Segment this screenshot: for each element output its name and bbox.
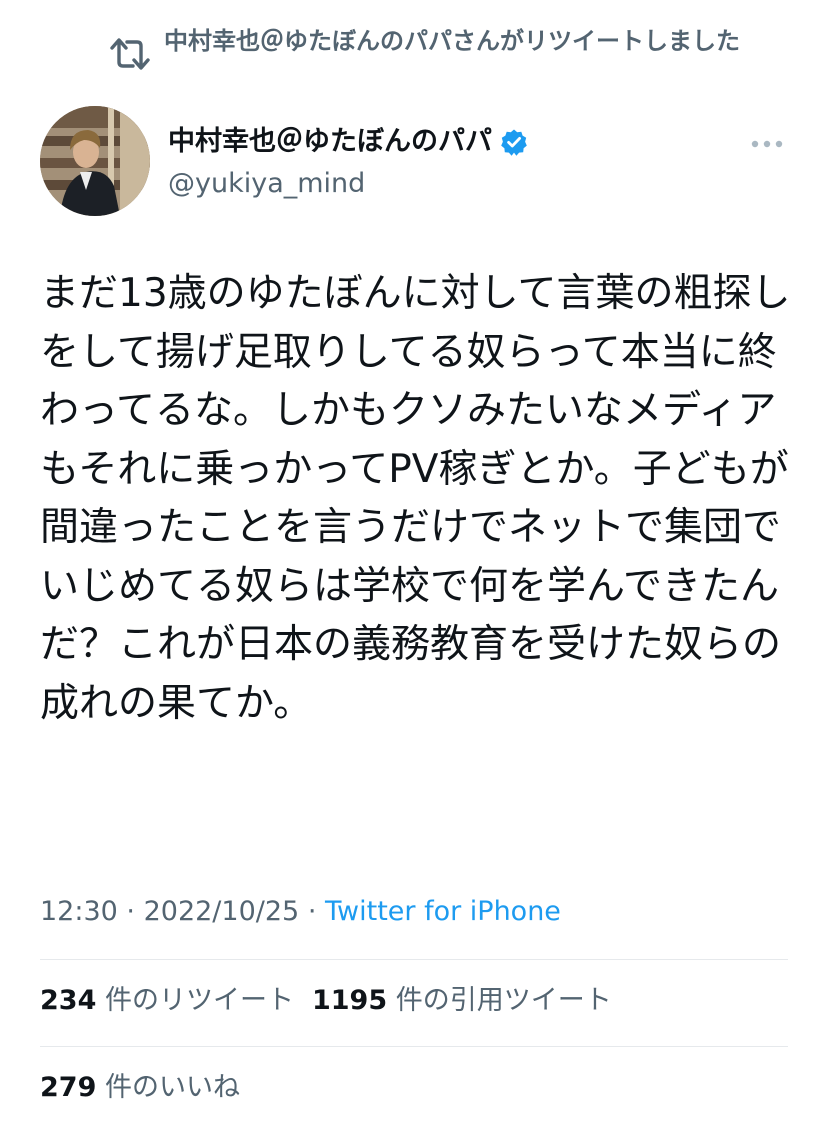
display-name[interactable]: 中村幸也＠ゆたぼんのパパ (168, 124, 492, 160)
divider (40, 1046, 788, 1047)
more-options-icon[interactable] (750, 136, 784, 152)
likes-count: 279 (40, 1072, 97, 1103)
retweet-icon (108, 34, 152, 74)
retweets-label: 件のリツイート (104, 985, 294, 1016)
tweet-metadata: 12:30 · 2022/10/25 · Twitter for iPhone (40, 893, 561, 931)
tweet-date[interactable]: 2022/10/25 (144, 896, 300, 927)
meta-separator: · (126, 896, 135, 927)
likes-stat[interactable]: 279 件のいいね (40, 1072, 240, 1103)
retweet-banner: 中村幸也＠ゆたぼんのパパさんがリツイートしました (108, 26, 798, 74)
likes-stats-row: 279 件のいいね (40, 1069, 240, 1107)
retweets-count: 234 (40, 985, 97, 1016)
tweet-author: 中村幸也＠ゆたぼんのパパ @yukiya_mind (40, 106, 800, 218)
quotes-label: 件の引用ツイート (395, 985, 612, 1016)
likes-label: 件のいいね (104, 1072, 240, 1103)
retweet-stats-row: 234 件のリツイート 1195 件の引用ツイート (40, 982, 612, 1020)
divider (40, 959, 788, 960)
meta-separator: · (307, 896, 317, 927)
user-handle[interactable]: @yukiya_mind (168, 166, 365, 202)
tweet-source-link[interactable]: Twitter for iPhone (325, 896, 561, 927)
avatar[interactable] (40, 106, 150, 216)
tweet-time[interactable]: 12:30 (40, 896, 118, 927)
quotes-count: 1195 (311, 985, 388, 1016)
retweet-label[interactable]: 中村幸也＠ゆたぼんのパパさんがリツイートしました (164, 26, 740, 57)
quotes-stat[interactable]: 1195 件の引用ツイート (312, 985, 612, 1016)
retweets-stat[interactable]: 234 件のリツイート (40, 985, 294, 1016)
display-name-row: 中村幸也＠ゆたぼんのパパ (168, 124, 528, 160)
verified-badge-icon (500, 128, 528, 156)
tweet-text: まだ13歳のゆたぼんに対して言葉の粗探しをして揚げ足取りしてる奴らって本当に終わ… (40, 271, 791, 726)
